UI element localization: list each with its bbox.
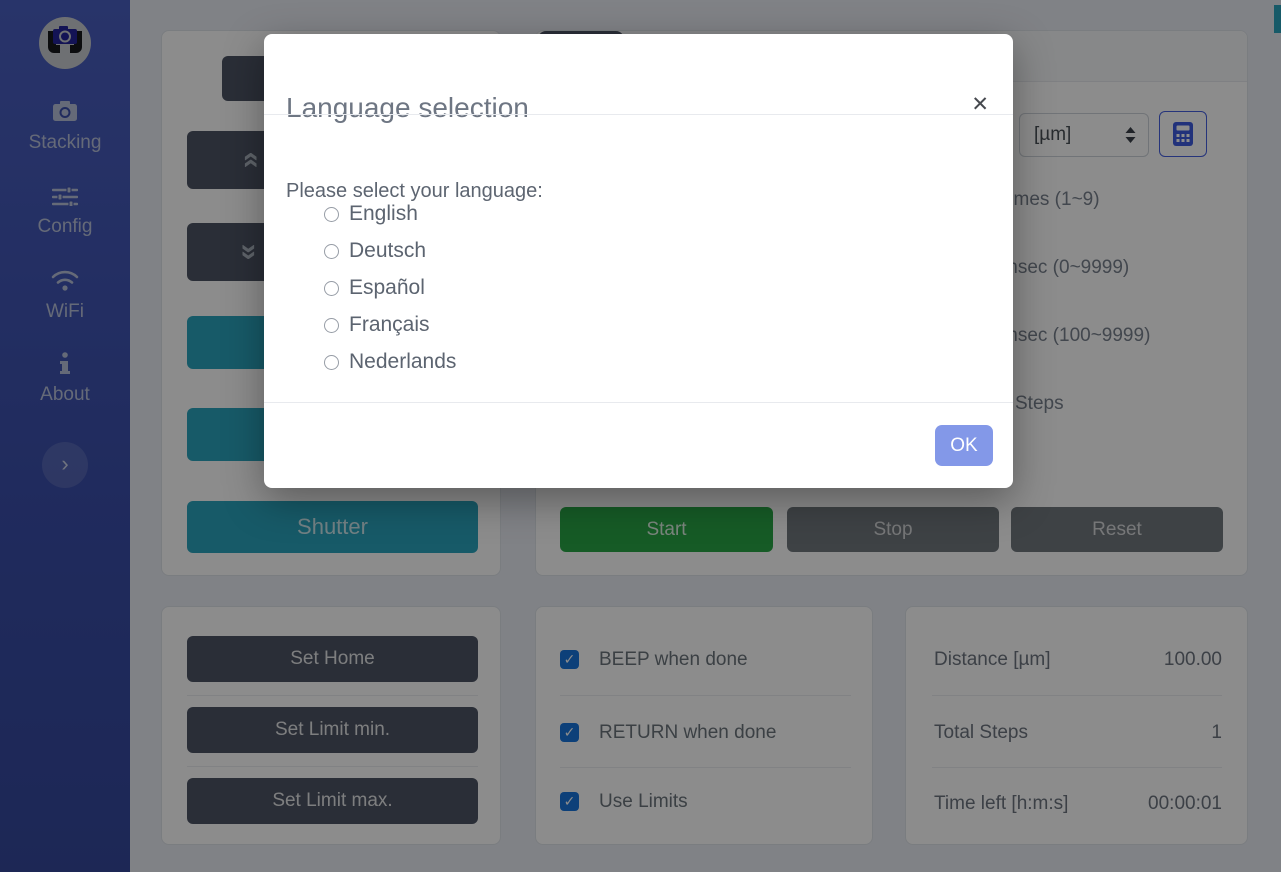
radio-icon bbox=[324, 244, 339, 259]
radio-option-nederlands[interactable]: Nederlands bbox=[324, 348, 456, 376]
radio-option-espanol[interactable]: Español bbox=[324, 274, 425, 302]
radio-icon bbox=[324, 207, 339, 222]
radio-option-english[interactable]: English bbox=[324, 200, 418, 228]
radio-icon bbox=[324, 318, 339, 333]
radio-icon bbox=[324, 355, 339, 370]
radio-option-deutsch[interactable]: Deutsch bbox=[324, 237, 426, 265]
modal-header-divider bbox=[264, 114, 1013, 115]
modal-title: Language selection bbox=[286, 92, 529, 124]
language-selection-modal: Language selection ✕ Please select your … bbox=[264, 34, 1013, 488]
modal-footer-divider bbox=[264, 402, 1013, 403]
app-root: Stacking Config WiFi bbox=[0, 0, 1281, 872]
radio-icon bbox=[324, 281, 339, 296]
radio-option-francais[interactable]: Français bbox=[324, 311, 430, 339]
ok-button[interactable]: OK bbox=[935, 425, 993, 466]
